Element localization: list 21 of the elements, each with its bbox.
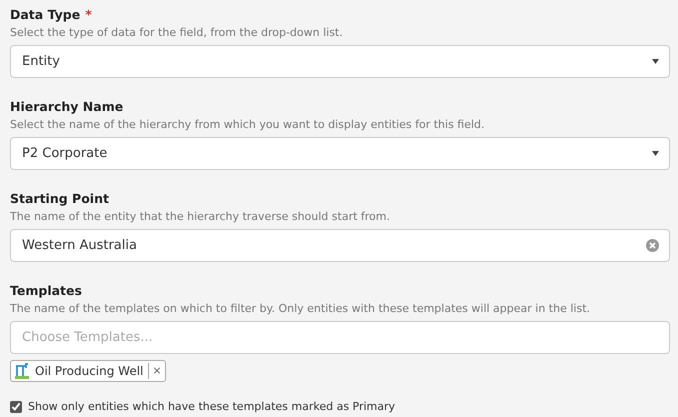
remove-tag-button[interactable]: × — [148, 363, 165, 379]
field-description: Select the name of the hierarchy from which you want to display entities for this field. — [10, 118, 486, 131]
field-description: The name of the templates on which to filter by. Only entities with these templates will appear in the list. — [10, 302, 592, 315]
field-description: Select the type of data for the field, from the drop-down list. — [10, 26, 344, 39]
required-mark: * — [85, 7, 92, 22]
field-label: Starting Point — [10, 191, 109, 206]
field-label: Data Type — [10, 7, 80, 22]
clear-icon[interactable] — [646, 239, 659, 252]
dropdown[interactable]: Entity — [10, 45, 670, 78]
field-label: Templates — [10, 283, 82, 298]
caret-icon — [652, 151, 659, 156]
input-field[interactable]: Western Australia — [10, 229, 670, 262]
input-field[interactable]: Choose Templates... — [10, 321, 670, 354]
tag-label: Oil Producing Well — [35, 364, 144, 378]
field-label: Hierarchy Name — [10, 99, 124, 114]
well-icon — [14, 363, 30, 379]
field-description: The name of the entity that the hierarchy traverse should start from. — [10, 210, 391, 223]
checkbox[interactable] — [10, 400, 22, 412]
dropdown[interactable]: P2 Corporate — [10, 137, 670, 170]
checkbox-label: Show only entities which have these templates marked as Primary — [28, 400, 396, 413]
caret-icon — [652, 59, 659, 64]
